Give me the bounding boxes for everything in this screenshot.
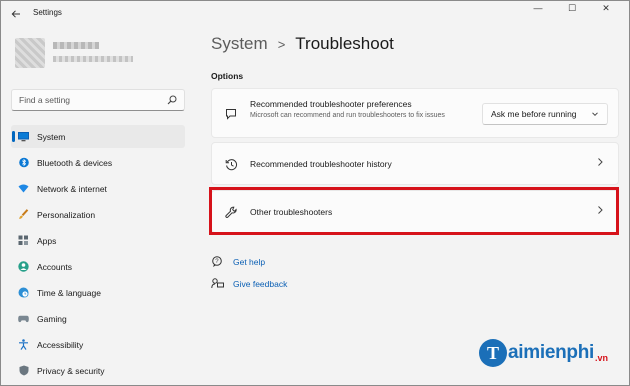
card-description: Microsoft can recommend and run troubles… [250,112,445,119]
sidebar-item-label: Time & language [37,287,101,298]
sidebar-item-label: System [37,131,66,142]
brush-icon [18,209,29,220]
sidebar-item-gaming[interactable]: Gaming [11,307,185,330]
card-title: Recommended troubleshooter preferences [250,99,412,109]
app-title: Settings [33,8,62,17]
sidebar-item-label: Accessibility [37,339,84,350]
watermark-badge: T [479,339,507,367]
maximize-button[interactable]: ☐ [555,1,589,15]
sidebar-item-privacy[interactable]: Privacy & security [11,359,185,382]
options-heading: Options [211,71,244,81]
person-icon [18,261,29,272]
get-help-label[interactable]: Get help [233,257,265,267]
watermark-text: aimienphi [508,342,594,363]
sidebar-item-network[interactable]: Network & internet [11,177,185,200]
minimize-button[interactable]: — [521,1,555,15]
sidebar-item-apps[interactable]: Apps [11,229,185,252]
chevron-right-icon [596,157,604,170]
sidebar-item-label: Privacy & security [37,365,105,376]
globe-clock-icon [18,287,29,298]
chevron-down-icon [591,110,599,120]
avatar[interactable] [15,38,45,68]
chat-bubble-icon [224,107,238,121]
search-box[interactable] [11,89,185,111]
sidebar-item-label: Gaming [37,313,67,324]
title-bar: Settings — ☐ ✕ [1,1,629,27]
page-title: Troubleshoot [295,34,394,53]
history-icon [224,157,238,171]
wifi-icon [18,183,29,194]
sidebar-item-accessibility[interactable]: Accessibility [11,333,185,356]
highlight-box [209,187,619,235]
close-button[interactable]: ✕ [589,1,623,15]
sidebar-item-label: Personalization [37,209,96,220]
back-arrow-icon [11,10,20,18]
apps-icon [18,235,29,246]
sidebar-item-bluetooth[interactable]: Bluetooth & devices [11,151,185,174]
sidebar-item-accounts[interactable]: Accounts [11,255,185,278]
get-help-link[interactable]: ? Get help [211,256,265,268]
help-chat-icon: ? [211,256,225,268]
sidebar-nav: System Bluetooth & devices Network & int… [11,125,185,385]
card-title: Recommended troubleshooter history [250,159,392,169]
card-troubleshooter-preferences: Recommended troubleshooter preferences M… [211,88,619,138]
settings-window: Settings — ☐ ✕ System Blu [0,0,630,386]
feedback-icon [211,278,225,290]
give-feedback-link[interactable]: Give feedback [211,278,287,290]
profile-email-blurred [53,56,133,62]
dropdown-value: Ask me before running [491,109,577,119]
back-button[interactable] [7,5,25,23]
svg-text:?: ? [215,259,219,265]
search-input[interactable] [19,95,167,105]
sidebar-item-label: Apps [37,235,57,246]
sidebar-item-label: Network & internet [37,183,107,194]
window-controls: — ☐ ✕ [521,1,623,15]
breadcrumb-separator: > [277,36,286,52]
bluetooth-icon [18,157,29,168]
breadcrumb: System > Troubleshoot [211,34,394,54]
monitor-icon [18,131,29,142]
profile-name-blurred [53,42,99,49]
shield-icon [18,365,29,376]
give-feedback-label[interactable]: Give feedback [233,279,287,289]
watermark-suffix: .vn [594,353,608,363]
accessibility-icon [18,339,29,350]
card-troubleshooter-history[interactable]: Recommended troubleshooter history [211,142,619,185]
breadcrumb-parent[interactable]: System [211,34,268,54]
search-icon[interactable] [167,95,177,105]
sidebar-item-time-language[interactable]: Time & language [11,281,185,304]
watermark-logo: T aimienphi .vn [479,339,608,367]
troubleshooter-preference-dropdown[interactable]: Ask me before running [482,103,608,125]
gamepad-icon [18,313,29,324]
sidebar-item-label: Bluetooth & devices [37,157,113,168]
sidebar-item-personalization[interactable]: Personalization [11,203,185,226]
sidebar-item-system[interactable]: System [11,125,185,148]
sidebar-item-label: Accounts [37,261,72,272]
